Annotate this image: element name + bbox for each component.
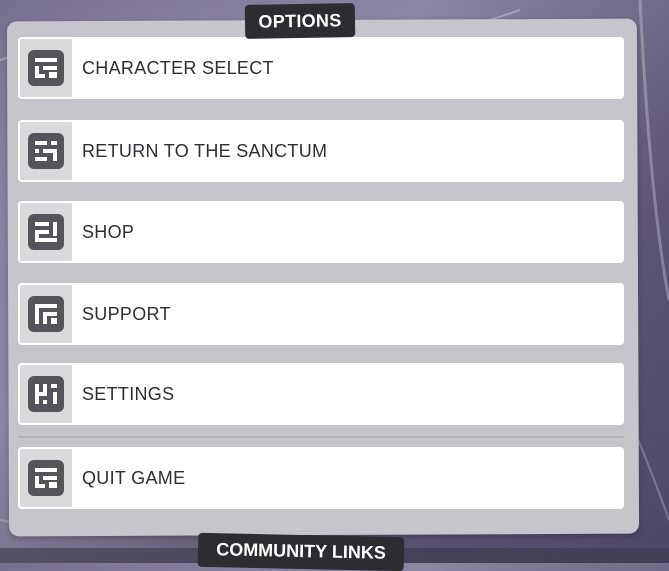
menu-item-character-select[interactable]: CHARACTER SELECT bbox=[18, 37, 624, 99]
community-links-title: COMMUNITY LINKS bbox=[197, 532, 405, 571]
support-icon bbox=[20, 285, 72, 343]
menu-item-label: SETTINGS bbox=[82, 383, 175, 404]
menu-item-support[interactable]: SUPPORT bbox=[18, 283, 624, 345]
menu-item-quit-game[interactable]: QUIT GAME bbox=[18, 447, 624, 509]
quit-game-icon bbox=[20, 449, 72, 507]
menu-item-settings[interactable]: SETTINGS bbox=[18, 363, 624, 425]
menu-item-label: SHOP bbox=[82, 221, 135, 242]
sanctum-icon bbox=[20, 122, 72, 180]
menu-item-shop[interactable]: SHOP bbox=[18, 201, 624, 263]
menu-item-label: RETURN TO THE SANCTUM bbox=[82, 140, 328, 161]
shop-icon bbox=[20, 203, 72, 261]
menu-item-label: CHARACTER SELECT bbox=[82, 57, 274, 78]
menu-item-label: QUIT GAME bbox=[82, 467, 186, 488]
character-select-icon bbox=[20, 39, 72, 97]
settings-icon bbox=[20, 365, 72, 423]
options-title: OPTIONS bbox=[244, 3, 356, 39]
menu-divider bbox=[18, 436, 624, 438]
menu-item-return-to-sanctum[interactable]: RETURN TO THE SANCTUM bbox=[18, 120, 624, 182]
menu-item-label: SUPPORT bbox=[82, 303, 171, 324]
